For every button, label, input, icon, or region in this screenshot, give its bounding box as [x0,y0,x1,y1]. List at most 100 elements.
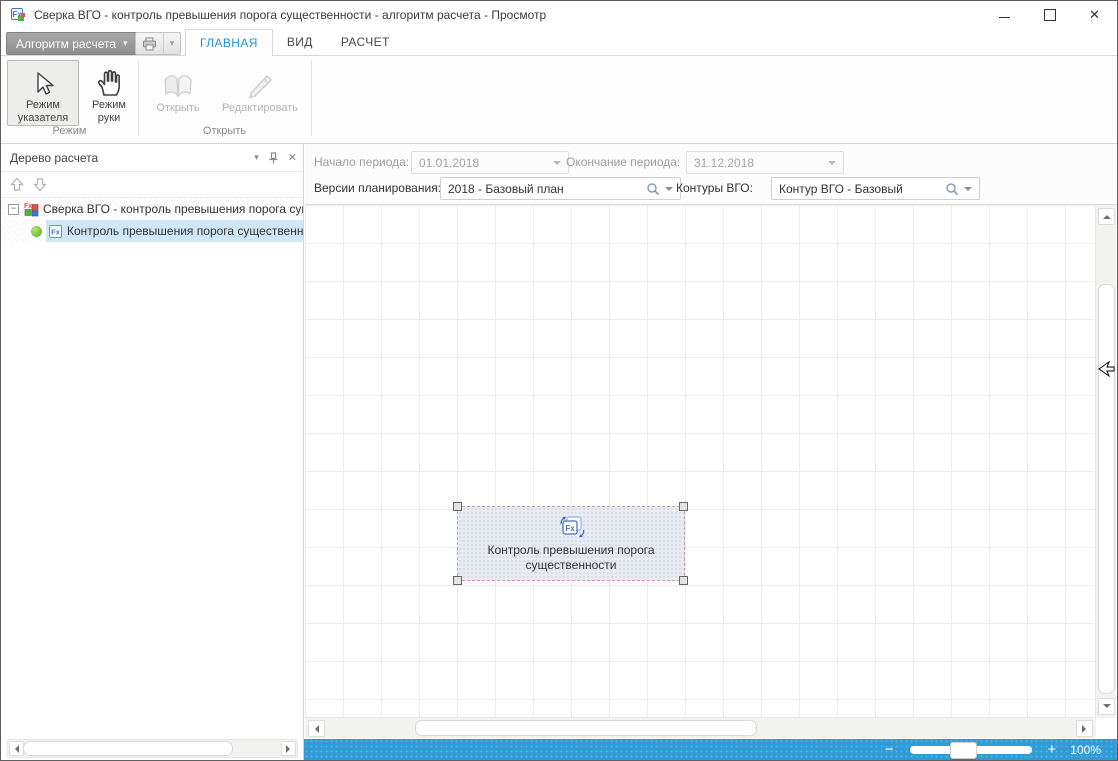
search-icon[interactable] [646,182,660,196]
planning-version-value: 2018 - Базовый план [448,182,646,196]
period-start-value: 01.01.2018 [419,156,548,170]
open-button[interactable]: Открыть [147,60,209,126]
ribbon-tabs: ГЛАВНАЯ ВИД РАСЧЕТ [185,29,404,56]
vgo-contour-value: Контур ВГО - Базовый [779,182,945,196]
scroll-right-icon [286,745,294,753]
fx-node-icon: Fx [48,224,63,239]
diagram-canvas[interactable]: Fx Контроль превышения порога существенн… [305,205,1096,718]
scroll-up-button[interactable] [1098,208,1115,225]
vertical-scrollbar[interactable] [1095,205,1116,718]
planning-version-label: Версии планирования: [314,181,441,195]
scroll-down-button[interactable] [1098,698,1115,715]
diagram-node[interactable]: Fx Контроль превышения порога существенн… [457,506,685,581]
tab-view[interactable]: ВИД [273,29,327,55]
status-bar: − + 100% [304,739,1117,760]
open-book-icon [161,61,195,100]
pin-icon[interactable] [268,152,279,164]
period-start-combobox[interactable]: 01.01.2018 [411,151,569,174]
group-open-label: Открыть [138,125,311,137]
tree: − Fx Сверка ВГО - контроль превышения по… [1,198,303,242]
panel-close-icon[interactable]: ✕ [288,151,297,164]
collapse-expander-icon[interactable]: − [8,204,19,215]
resize-handle-top-left[interactable] [453,502,462,511]
planning-version-combobox[interactable]: 2018 - Базовый план [440,177,681,200]
window-title: Сверка ВГО - контроль превышения порога … [34,8,546,22]
scroll-right-button[interactable] [1076,720,1093,737]
chevron-down-icon [828,161,836,169]
calc-algorithm-icon: Fx [23,201,39,217]
chevron-down-icon [964,187,972,195]
period-end-label: Окончание периода: [566,155,680,169]
chevron-down-icon: ▾ [123,38,128,49]
scroll-left-icon [311,725,319,733]
resize-handle-top-right[interactable] [679,502,688,511]
printer-icon[interactable] [136,33,164,54]
pointer-mode-button[interactable]: Режим указателя [7,60,79,126]
fx-function-icon: Fx [556,514,586,540]
vgo-contour-combobox[interactable]: Контур ВГО - Базовый [771,177,980,200]
resize-handle-bottom-right[interactable] [679,576,688,585]
scrollbar-thumb[interactable] [23,741,233,756]
period-start-label: Начало периода: [314,155,409,169]
pencil-icon [245,61,275,100]
maximize-button[interactable] [1027,1,1072,29]
zoom-out-button[interactable]: − [885,742,894,757]
node-label: Контроль превышения порога существенност… [471,543,671,573]
scroll-up-icon [1103,211,1111,219]
scrollbar-thumb[interactable] [1098,284,1115,694]
svg-text:Fx: Fx [24,203,32,210]
tree-root-label: Сверка ВГО - контроль превышения порога … [43,202,303,216]
maximize-icon [1044,9,1056,21]
move-up-icon[interactable] [10,177,24,192]
status-green-icon [31,226,42,237]
app-menu-button[interactable]: Алгоритм расчета ▾ [6,32,138,55]
horizontal-scrollbar[interactable] [305,717,1096,738]
title-bar: Fx Сверка ВГО - контроль превышения поро… [1,1,1117,29]
hand-mode-label: Режим руки [84,99,134,125]
scroll-down-icon [1103,704,1111,712]
edit-label: Редактировать [222,102,298,115]
tree-horizontal-scrollbar[interactable] [7,739,298,758]
calc-tree-panel: Дерево расчета ▾ ✕ − [1,144,304,760]
print-dropdown-arrow[interactable]: ▾ [164,33,180,54]
search-icon[interactable] [945,182,959,196]
minimize-button[interactable] [982,1,1027,29]
pointer-cursor-icon [32,61,54,97]
chevron-down-icon [665,187,673,195]
print-split-button[interactable]: ▾ [135,32,181,55]
close-icon: ✕ [1089,7,1100,23]
panel-menu-chevron-icon[interactable]: ▾ [254,152,259,163]
scroll-right-button[interactable] [281,741,296,756]
zoom-slider-thumb[interactable] [950,742,977,759]
app-window: Fx Сверка ВГО - контроль превышения поро… [0,0,1118,761]
zoom-slider[interactable] [910,746,1032,754]
move-down-icon[interactable] [33,177,47,192]
zoom-level: 100% [1070,743,1101,757]
chevron-down-icon [553,161,561,169]
edit-button[interactable]: Редактировать [213,60,307,126]
open-label: Открыть [156,102,199,115]
tree-root-row[interactable]: − Fx Сверка ВГО - контроль превышения по… [1,198,303,220]
scroll-left-icon [11,745,19,753]
scroll-left-button[interactable] [9,741,24,756]
tree-child-row[interactable]: Fx Контроль превышения порога существенн… [1,220,303,242]
resize-handle-bottom-left[interactable] [453,576,462,585]
period-end-combobox[interactable]: 31.12.2018 [686,151,844,174]
tab-calc[interactable]: РАСЧЕТ [327,29,404,55]
pointer-mode-label: Режим указателя [8,99,78,125]
period-end-value: 31.12.2018 [694,156,823,170]
app-menu-label: Алгоритм расчета [16,37,116,51]
scroll-right-icon [1082,725,1090,733]
vgo-contour-label: Контуры ВГО: [676,181,753,195]
group-separator [311,60,312,136]
ribbon-tab-row: Алгоритм расчета ▾ ▾ ГЛАВНАЯ ВИД РАСЧЕТ [1,29,1117,56]
scroll-left-button[interactable] [308,720,325,737]
zoom-in-button[interactable]: + [1048,742,1057,757]
close-button[interactable]: ✕ [1072,1,1117,29]
tree-selection[interactable]: Fx Контроль превышения порога существенн… [46,220,303,242]
tab-home[interactable]: ГЛАВНАЯ [185,29,273,57]
hand-mode-button[interactable]: Режим руки [83,60,135,126]
panel-header: Дерево расчета ▾ ✕ [1,144,303,172]
scrollbar-thumb[interactable] [415,720,757,736]
svg-text:Fx: Fx [565,524,575,533]
